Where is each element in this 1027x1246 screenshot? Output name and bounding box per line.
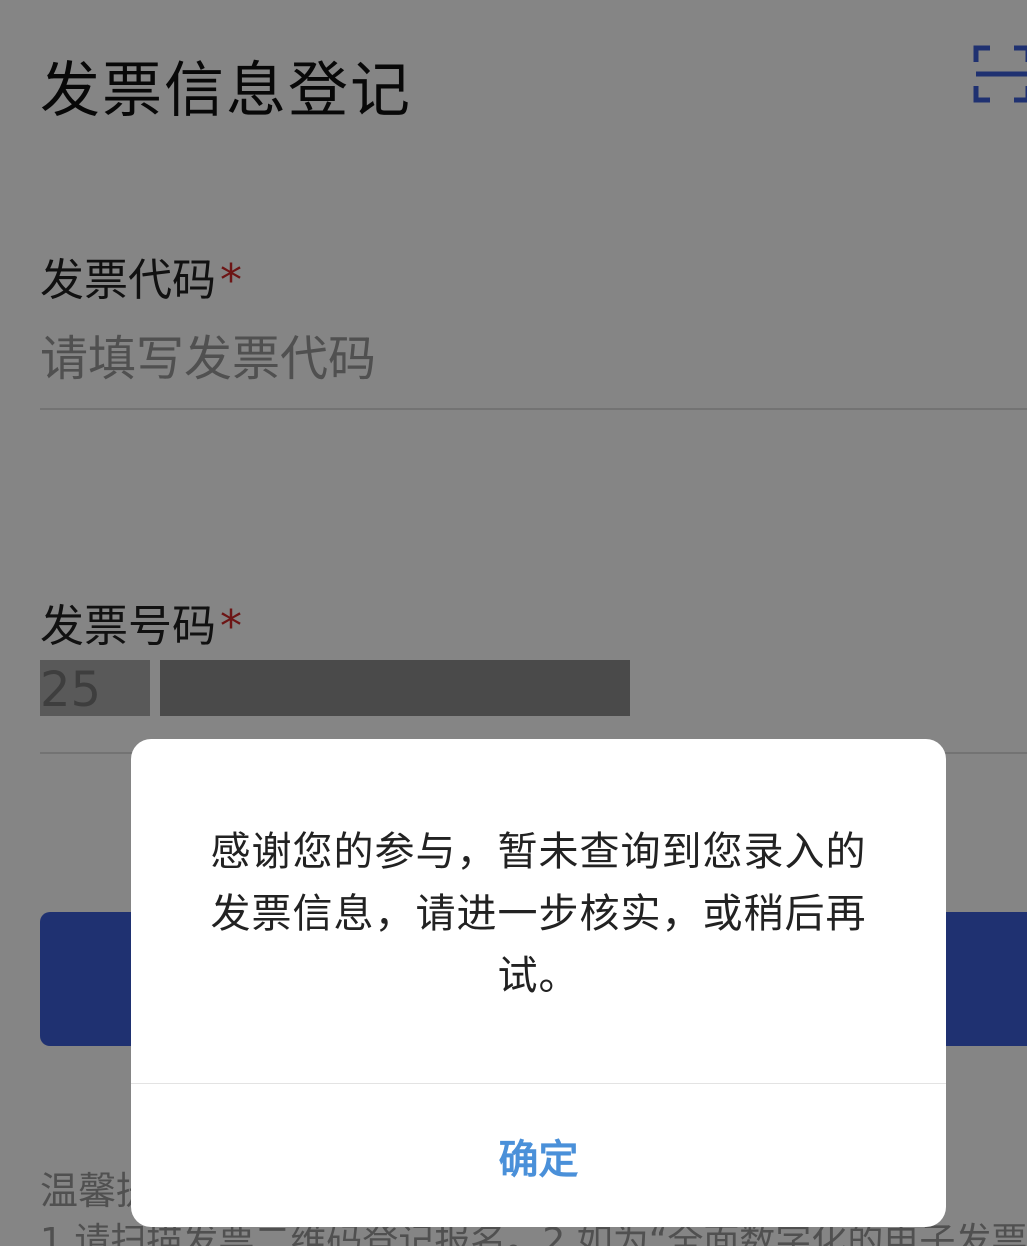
app-root: 发票信息登记 发票代码* 发票号码* 25 温馨提示 1.请扫描发票二维码登记报… [0,0,1027,1246]
alert-dialog: 感谢您的参与，暂未查询到您录入的发票信息，请进一步核实，或稍后再试。 确定 [131,739,946,1227]
dialog-message: 感谢您的参与，暂未查询到您录入的发票信息，请进一步核实，或稍后再试。 [210,829,867,999]
confirm-button[interactable]: 确定 [131,1084,946,1227]
